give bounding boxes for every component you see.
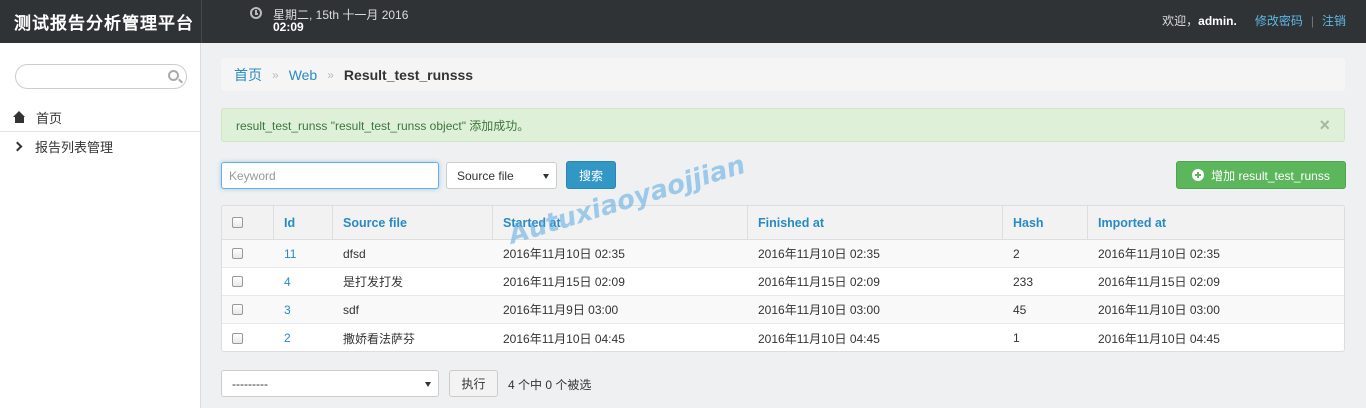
user-menu: 欢迎， admin. 修改密码 | 注销 — [1162, 12, 1346, 29]
bulk-action-select[interactable]: --------- — [221, 370, 439, 397]
breadcrumb-separator: » — [272, 67, 279, 82]
change-password-link[interactable]: 修改密码 — [1255, 12, 1303, 29]
search-icon[interactable] — [168, 70, 179, 81]
row-imported-at: 2016年11月10日 04:45 — [1098, 331, 1220, 346]
column-header-source-file[interactable]: Source file — [343, 206, 407, 239]
breadcrumb: 首页 » Web » Result_test_runsss — [221, 58, 1345, 91]
search-button[interactable]: 搜索 — [566, 161, 616, 189]
column-divider — [1087, 206, 1088, 240]
row-hash: 233 — [1013, 274, 1034, 289]
row-hash: 2 — [1013, 246, 1020, 261]
table-row: 11 dfsd 2016年11月10日 02:35 2016年11月10日 02… — [222, 240, 1344, 268]
column-header-hash[interactable]: Hash — [1013, 206, 1044, 239]
column-header-id[interactable]: Id — [284, 206, 295, 239]
row-select-cell — [232, 268, 243, 295]
column-divider — [332, 206, 333, 240]
row-hash: 1 — [1013, 331, 1020, 345]
row-finished-at: 2016年11月10日 04:45 — [758, 331, 880, 346]
column-header-imported-at[interactable]: Imported at — [1098, 206, 1166, 239]
row-id-link[interactable]: 4 — [284, 268, 291, 295]
table-header: Id Source file Started at Finished at Ha… — [222, 206, 1344, 240]
row-checkbox[interactable] — [232, 248, 243, 259]
row-source-file: 是打发打发 — [343, 275, 404, 289]
row-finished-at: 2016年11月15日 02:09 — [758, 275, 880, 289]
row-imported-at: 2016年11月10日 02:35 — [1098, 247, 1220, 261]
add-result-button[interactable]: 增加 result_test_runss — [1176, 161, 1346, 189]
row-source-file: sdf — [343, 302, 360, 317]
bulk-action-select-value: --------- — [232, 376, 268, 391]
chevron-right-icon — [12, 141, 23, 152]
sidebar-search-input[interactable] — [15, 64, 187, 89]
table-row: 2 撒娇看法萨芬 2016年11月10日 04:45 2016年11月10日 0… — [222, 324, 1344, 351]
plus-circle-icon — [1192, 169, 1205, 181]
row-finished-at: 2016年11月10日 03:00 — [758, 303, 880, 317]
row-started-at: 2016年11月9日 03:00 — [503, 303, 619, 317]
row-id-link[interactable]: 3 — [284, 296, 291, 323]
column-header-started-at[interactable]: Started at — [503, 206, 561, 239]
sidebar-item-home[interactable]: 首页 — [0, 103, 200, 132]
source-file-select-value: Source file — [457, 168, 514, 183]
clock-icon — [250, 7, 262, 19]
row-select-cell — [232, 324, 243, 351]
row-checkbox[interactable] — [232, 332, 243, 344]
row-id-link[interactable]: 11 — [284, 240, 296, 267]
results-table: Id Source file Started at Finished at Ha… — [221, 205, 1345, 352]
select-all-cell — [232, 206, 243, 239]
brand-title[interactable]: 测试报告分析管理平台 — [14, 9, 194, 34]
row-checkbox[interactable] — [232, 276, 243, 287]
row-source-file: 撒娇看法萨芬 — [343, 331, 416, 346]
row-started-at: 2016年11月10日 02:35 — [503, 247, 625, 261]
column-header-finished-at[interactable]: Finished at — [758, 206, 824, 239]
row-source-file: dfsd — [343, 246, 366, 261]
caret-down-icon — [425, 382, 431, 387]
row-started-at: 2016年11月15日 02:09 — [503, 275, 625, 289]
sidebar-item-label: 首页 — [36, 110, 63, 126]
keyword-search-input[interactable] — [221, 162, 439, 189]
select-all-checkbox[interactable] — [232, 217, 243, 228]
username: admin. — [1198, 13, 1237, 28]
row-started-at: 2016年11月10日 04:45 — [503, 331, 625, 346]
breadcrumb-web[interactable]: Web — [289, 67, 318, 83]
sidebar-item-label: 报告列表管理 — [35, 140, 114, 155]
breadcrumb-separator: » — [327, 67, 334, 82]
column-divider — [273, 206, 274, 240]
row-id-link[interactable]: 2 — [284, 324, 291, 351]
caret-down-icon — [543, 174, 549, 179]
table-row: 3 sdf 2016年11月9日 03:00 2016年11月10日 03:00… — [222, 296, 1344, 324]
user-menu-divider: | — [1310, 13, 1314, 28]
add-result-label: 增加 result_test_runss — [1211, 168, 1330, 183]
alert-message: result_test_runss "result_test_runss obj… — [236, 118, 530, 133]
breadcrumb-current: Result_test_runsss — [343, 66, 474, 83]
row-select-cell — [232, 296, 243, 323]
current-time: 02:09 — [273, 20, 304, 34]
selection-count-text: 4 个中 0 个被选 — [508, 378, 592, 392]
sidebar: 首页 报告列表管理 — [0, 43, 201, 408]
row-checkbox[interactable] — [232, 304, 243, 315]
row-finished-at: 2016年11月10日 02:35 — [758, 247, 880, 261]
row-imported-at: 2016年11月10日 03:00 — [1098, 303, 1220, 317]
column-divider — [747, 206, 748, 240]
logout-link[interactable]: 注销 — [1322, 12, 1346, 29]
breadcrumb-home[interactable]: 首页 — [234, 65, 262, 85]
success-alert: result_test_runss "result_test_runss obj… — [221, 108, 1345, 142]
row-imported-at: 2016年11月15日 02:09 — [1098, 275, 1220, 289]
top-navbar: 测试报告分析管理平台 星期二, 15th 十一月 2016 02:09 欢迎， … — [0, 0, 1366, 43]
welcome-text: 欢迎， — [1162, 14, 1199, 28]
column-divider — [492, 206, 493, 240]
row-hash: 45 — [1013, 302, 1027, 317]
close-icon[interactable]: × — [1319, 115, 1330, 136]
home-icon — [13, 110, 26, 124]
sidebar-item-report-list[interactable]: 报告列表管理 — [0, 132, 200, 161]
column-divider — [1002, 206, 1003, 240]
table-row: 4 是打发打发 2016年11月15日 02:09 2016年11月15日 02… — [222, 268, 1344, 296]
navbar-divider — [201, 0, 202, 43]
source-file-select[interactable]: Source file — [446, 162, 557, 189]
run-action-button[interactable]: 执行 — [449, 370, 498, 397]
row-select-cell — [232, 240, 243, 267]
